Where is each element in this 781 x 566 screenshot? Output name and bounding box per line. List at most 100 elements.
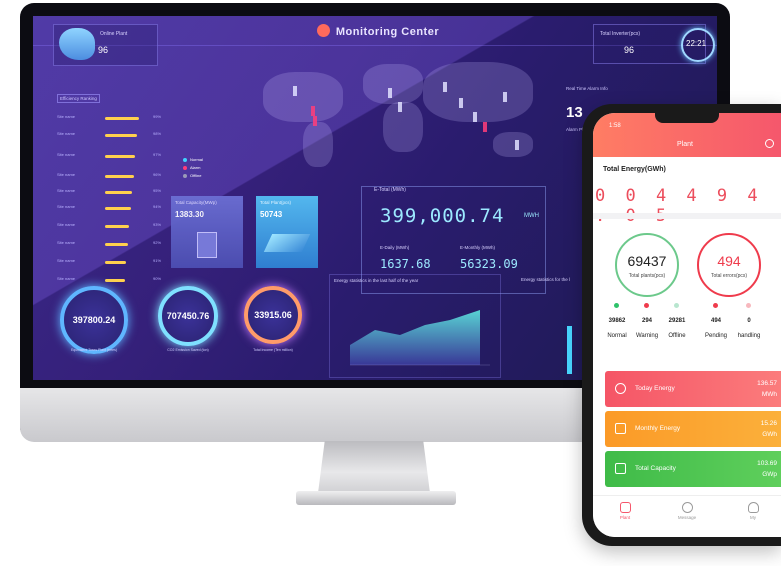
total-plants-ring: 69437 Total plants(pcs): [615, 233, 679, 297]
etotal-label: E-Total (MWh): [374, 187, 406, 193]
efficiency-row: Site name 90%: [57, 276, 162, 282]
capacity-icon: [615, 463, 626, 474]
clock-widget: 22:21: [681, 28, 715, 62]
map-pin: [459, 98, 463, 108]
today-energy-card[interactable]: Today Energy 136.57 MWh: [605, 371, 781, 407]
home-icon: [619, 502, 631, 513]
map-pin: [515, 140, 519, 150]
tab-my[interactable]: My: [733, 502, 773, 520]
total-plants-label: Total Plant(pcs): [260, 200, 292, 205]
tab-plant[interactable]: Plant: [605, 502, 645, 520]
map-pin: [398, 102, 402, 112]
normal-count: 39862: [608, 318, 626, 324]
map-pin: [293, 86, 297, 96]
map-pin: [503, 92, 507, 102]
efficiency-row: Site name 96%: [57, 172, 162, 178]
refresh-icon[interactable]: [765, 139, 774, 148]
gauge-co2-value: 707450.76: [166, 311, 210, 321]
alarm-count: 13: [566, 104, 583, 121]
legend-offline: Offline: [183, 172, 203, 180]
clock-time: 22:21: [686, 39, 707, 48]
etotal-value: 399,000.74: [380, 205, 505, 227]
bottom-tab-bar: Plant Message My: [593, 495, 781, 537]
total-errors-ring: 494 Total errors(pcs): [697, 233, 761, 297]
legend-alarm: Alarm: [183, 164, 203, 172]
gauge-trees-label: Equivalent Trees Plant (trees): [70, 348, 118, 352]
total-capacity-value: 103.69 GWp: [757, 460, 777, 478]
map-pin: [443, 82, 447, 92]
chart-bar: [567, 326, 572, 374]
dashboard-title: Monitoring Center: [335, 26, 440, 38]
etotal-unit: MWH: [524, 213, 539, 219]
emonthly-label: E-Monthly (MWh): [460, 245, 496, 250]
efficiency-row: Site name 98%: [57, 131, 162, 137]
pending-label: Pending: [704, 333, 728, 339]
pending-dot: [713, 303, 718, 308]
online-plant-label: Online Plant: [100, 31, 128, 37]
area-series: [350, 310, 480, 365]
today-energy-label: Today Energy: [635, 385, 675, 392]
apple-logo-icon: [362, 400, 388, 430]
tab-message[interactable]: Message: [667, 502, 707, 520]
online-plant-panel: Online Plant 96: [53, 24, 158, 66]
tab-my-label: My: [750, 515, 756, 520]
app-header-title: Plant: [677, 141, 693, 148]
legend-normal: Normal: [183, 156, 203, 164]
handling-label: handling: [737, 333, 761, 339]
map-pin: [473, 112, 477, 122]
monthly-energy-label: Monthly Energy: [635, 425, 681, 432]
efficiency-row: Site name 99%: [57, 114, 162, 120]
total-inverter-label: Total Inverter(pcs): [600, 31, 641, 37]
calendar-icon: [615, 423, 626, 434]
user-icon: [747, 502, 759, 513]
offline-label: Offline: [668, 333, 686, 339]
offline-dot: [674, 303, 679, 308]
solar-panel-icon: [263, 234, 311, 252]
normal-dot: [614, 303, 619, 308]
status-time: 1:58: [609, 123, 621, 129]
total-plants-value: 50743: [260, 210, 283, 219]
monthly-energy-value: 15.26 GWh: [760, 420, 777, 438]
area-chart: [350, 310, 490, 366]
efficiency-row: Site name 93%: [57, 222, 162, 228]
efficiency-row: Site name 95%: [57, 188, 162, 194]
edaily-value: 1637.68: [380, 257, 431, 271]
total-plants-caption: Total plants(pcs): [628, 273, 666, 279]
gauge-trees-value: 397800.24: [72, 315, 116, 325]
handling-dot: [746, 303, 751, 308]
monthly-energy-card[interactable]: Monthly Energy 15.26 GWh: [605, 411, 781, 447]
total-errors-caption: Total errors(pcs): [710, 273, 748, 279]
section-divider: [593, 213, 781, 219]
real-time-alarm-title: Real Time Alarm Info: [566, 86, 608, 91]
tab-plant-label: Plant: [619, 515, 631, 520]
warning-count: 294: [641, 318, 652, 324]
online-plant-value: 96: [98, 45, 109, 55]
total-energy-value: 0 0 4 4 9 4 . 0 5: [595, 186, 763, 226]
server-icon: [197, 232, 217, 258]
map-pin: [311, 106, 315, 116]
total-plants-count: 69437: [627, 253, 667, 269]
total-energy-label: Total Energy(GWh): [603, 166, 666, 173]
dashboard-header: Monitoring Center: [283, 22, 473, 44]
efficiency-ranking-panel: Efficiency Ranking Site name 99% Site nam…: [55, 94, 171, 300]
gauge-co2: 707450.76: [158, 286, 218, 346]
efficiency-row: Site name 97%: [57, 152, 162, 158]
phone-notch: [655, 113, 719, 123]
total-capacity-card[interactable]: Total Capacity 103.69 GWp: [605, 451, 781, 487]
gauge-co2-label: CO2 Emission Saved (ton): [167, 348, 209, 352]
emonthly-value: 56323.09: [460, 257, 518, 271]
total-capacity-label: Total Capacity: [635, 465, 676, 472]
gauge-income: 33915.06: [244, 286, 302, 344]
gauge-income-label: Total Income (Ten million): [253, 348, 293, 352]
energy-half-year-chart: Energy statistics in the last half of th…: [329, 274, 501, 378]
efficiency-row: Site name 94%: [57, 204, 162, 210]
total-capacity-card: Total Capacity(MWp) 1383.30: [171, 196, 243, 268]
efficiency-ranking-title: Efficiency Ranking: [57, 94, 100, 103]
imac-stand-base: [296, 491, 456, 505]
efficiency-row: Site name 91%: [57, 258, 162, 264]
total-capacity-value: 1383.30: [175, 210, 204, 219]
chart2-title: Energy statistics for the l: [521, 277, 571, 282]
total-errors-count: 494: [717, 253, 741, 269]
gauge-trees: 397800.24: [60, 286, 128, 354]
offline-count: 29281: [668, 318, 686, 324]
